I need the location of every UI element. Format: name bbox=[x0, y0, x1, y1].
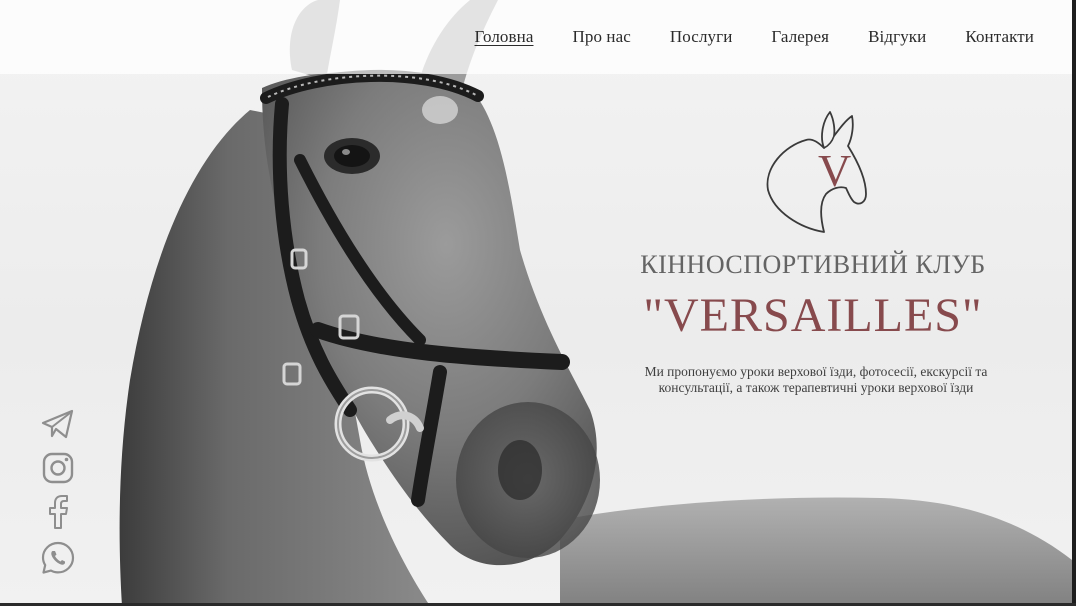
instagram-icon bbox=[42, 452, 74, 484]
nav-link-services[interactable]: Послуги bbox=[670, 27, 733, 47]
facebook-link[interactable] bbox=[40, 494, 78, 530]
whatsapp-icon bbox=[41, 541, 75, 574]
page: Головна Про нас Послуги Галерея Відгуки … bbox=[0, 0, 1076, 606]
hero-brand-name: "VERSAILLES" bbox=[643, 289, 983, 342]
nav-link-about[interactable]: Про нас bbox=[572, 27, 630, 47]
window-edge-right bbox=[1072, 0, 1076, 606]
site-header: Головна Про нас Послуги Галерея Відгуки … bbox=[0, 0, 1072, 74]
telegram-link[interactable] bbox=[40, 406, 78, 442]
nav-link-contacts[interactable]: Контакти bbox=[965, 27, 1034, 47]
main-nav: Головна Про нас Послуги Галерея Відгуки … bbox=[475, 27, 1034, 47]
instagram-link[interactable] bbox=[40, 450, 78, 486]
club-logo: V bbox=[766, 111, 867, 233]
hero-description: Ми пропонуємо уроки верхової їзди, фотос… bbox=[644, 364, 988, 395]
nav-link-gallery[interactable]: Галерея bbox=[771, 27, 829, 47]
whatsapp-link[interactable] bbox=[40, 540, 78, 576]
hero-title: КІННОСПОРТИВНИЙ КЛУБ bbox=[640, 250, 986, 279]
logo-letter: V bbox=[818, 145, 851, 196]
nav-link-reviews[interactable]: Відгуки bbox=[868, 27, 926, 47]
facebook-icon bbox=[49, 495, 68, 529]
nav-link-home[interactable]: Головна bbox=[475, 27, 534, 47]
telegram-icon bbox=[41, 409, 74, 439]
